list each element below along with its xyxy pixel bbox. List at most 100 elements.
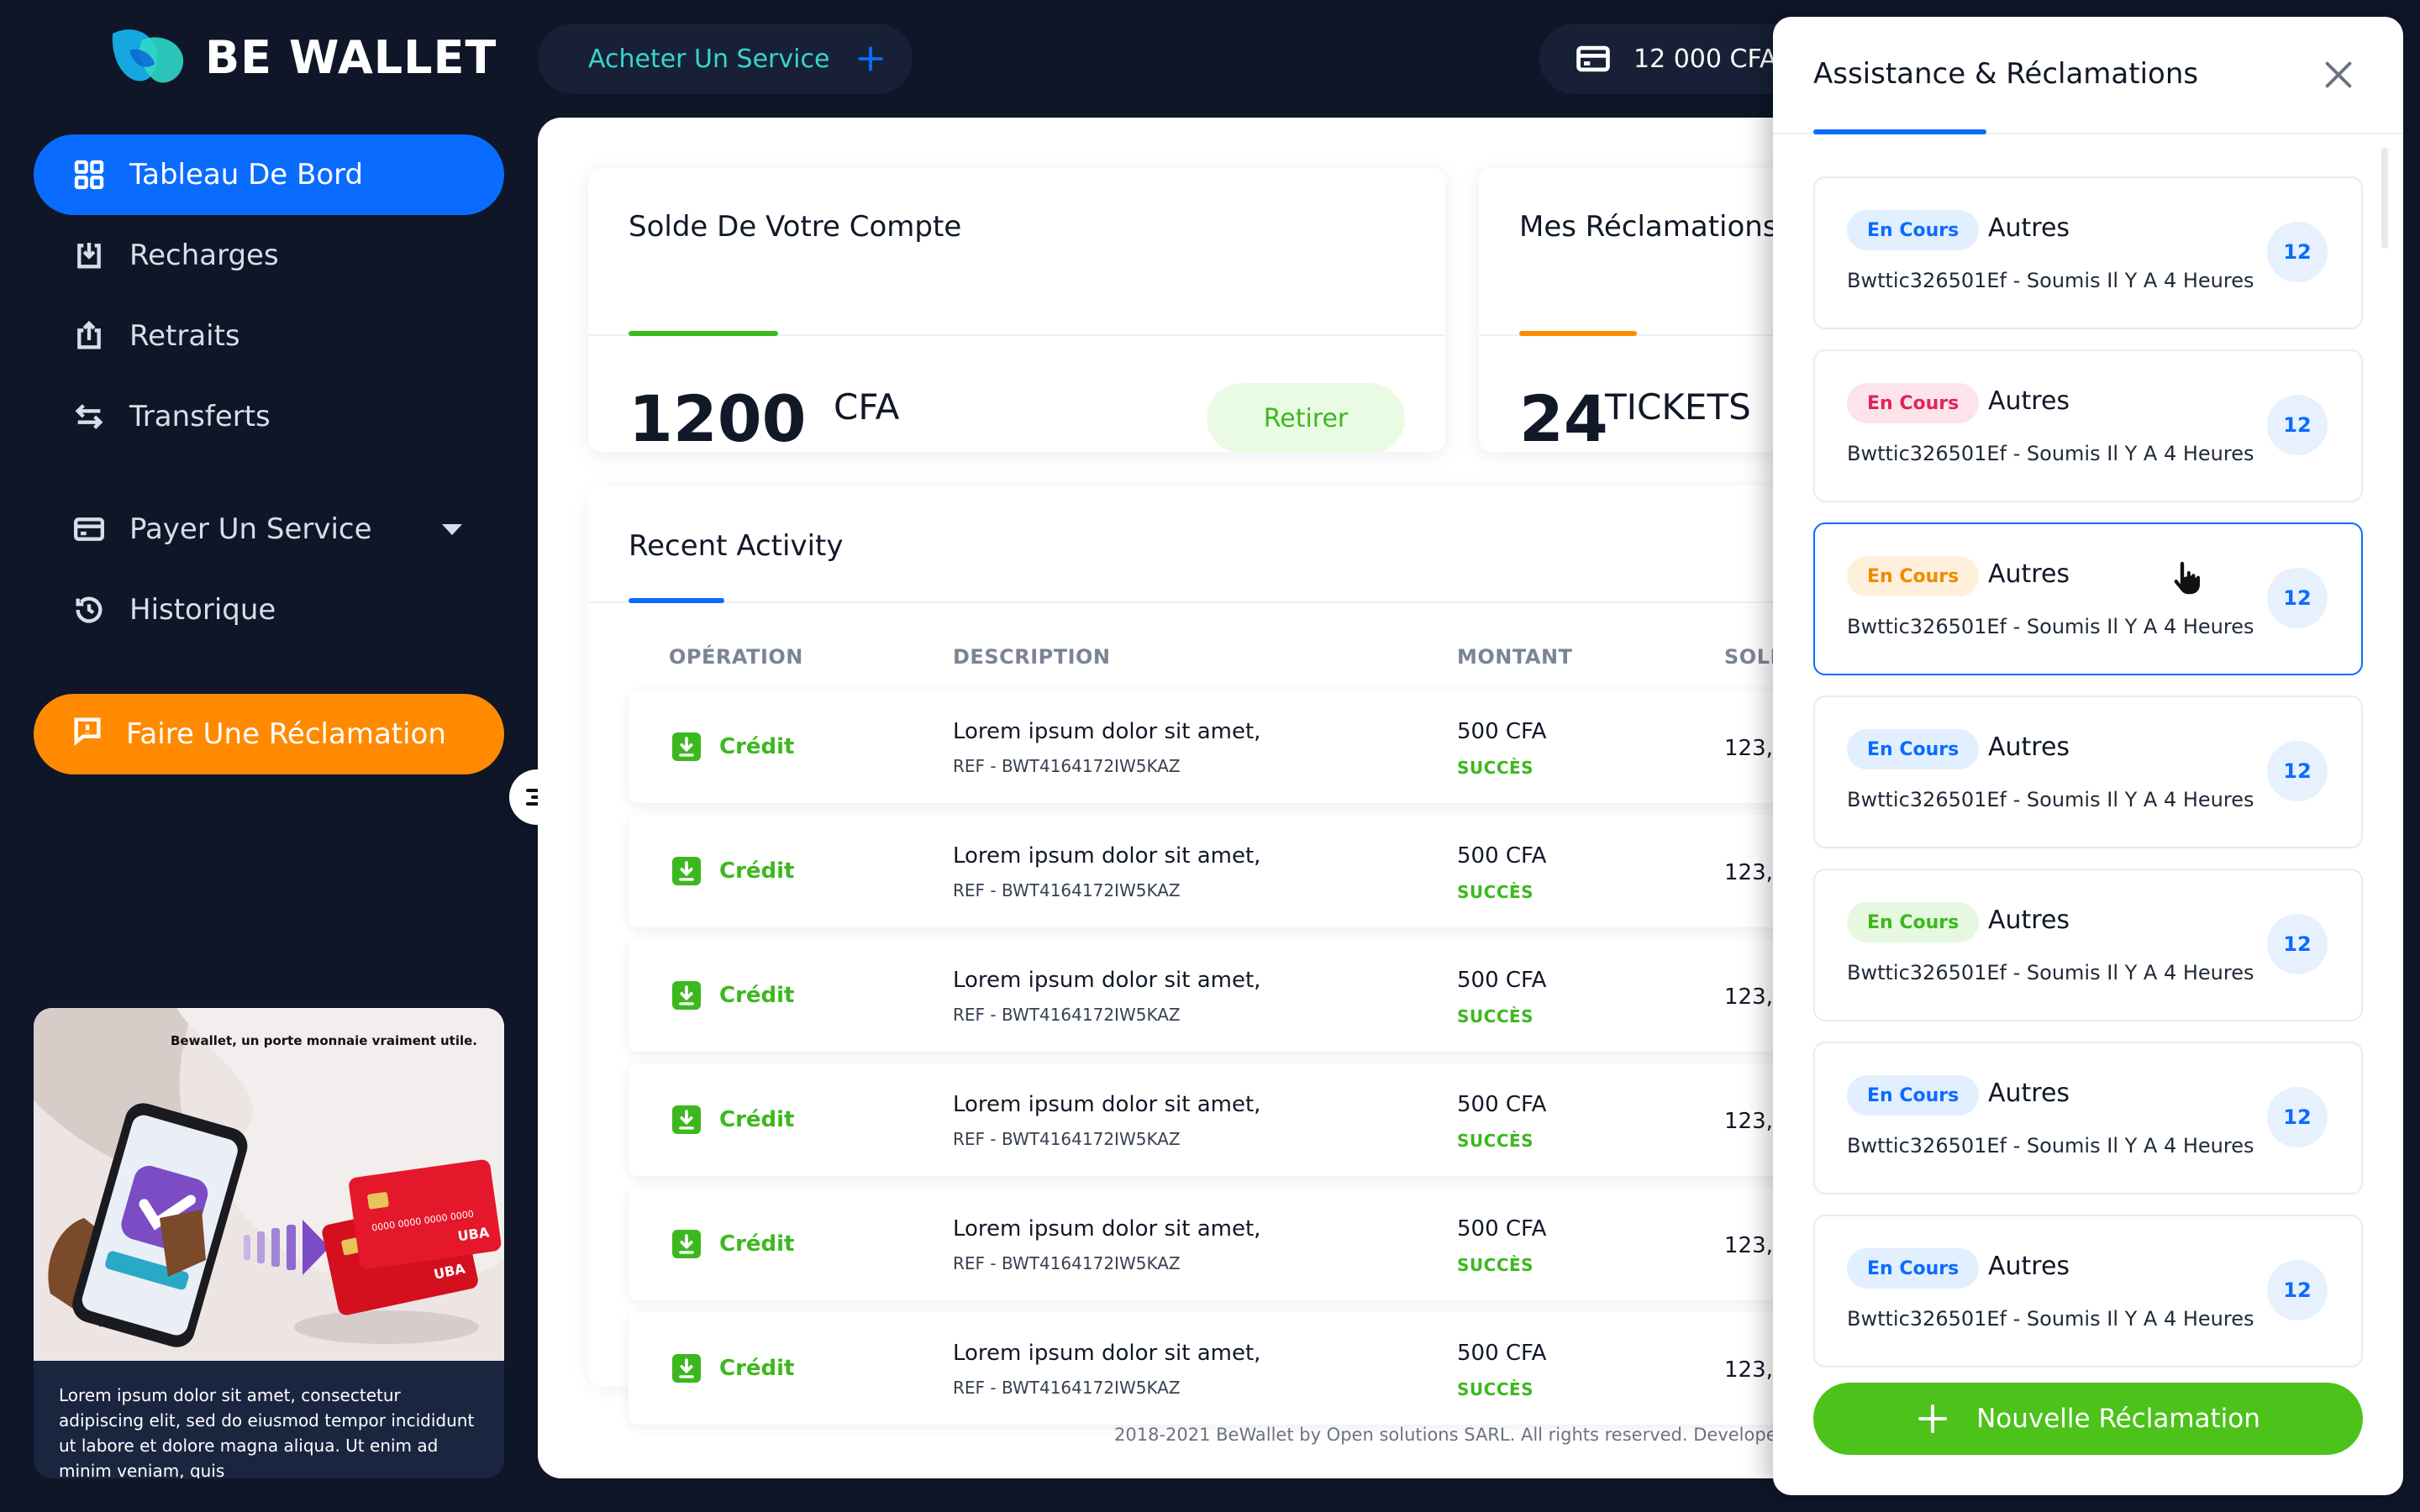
ticket-category: Autres bbox=[1988, 386, 2070, 416]
sidebar-item-retraits[interactable]: Retraits bbox=[34, 296, 504, 376]
sidebar-item-label: Retraits bbox=[129, 319, 240, 353]
sidebar-item-label: Transferts bbox=[129, 400, 271, 433]
ticket-subtitle: Bwttic326501Ef - Soumis Il Y A 4 Heures bbox=[1847, 788, 2254, 811]
sidebar-item-label: Historique bbox=[129, 593, 276, 627]
description-text: Lorem ipsum dolor sit amet, bbox=[953, 719, 1261, 744]
promo-tagline: Bewallet, un porte monnaie vraiment util… bbox=[171, 1033, 477, 1048]
amount-value: 500 CFA bbox=[1457, 1341, 1547, 1366]
ticket-subtitle: Bwttic326501Ef - Soumis Il Y A 4 Heures bbox=[1847, 1134, 2254, 1158]
description-text: Lorem ipsum dolor sit amet, bbox=[953, 843, 1261, 869]
table-row[interactable]: Crédit Lorem ipsum dolor sit amet, REF -… bbox=[629, 939, 1798, 1052]
ticket-message-count: 12 bbox=[2267, 1260, 2328, 1320]
table-row[interactable]: Crédit Lorem ipsum dolor sit amet, REF -… bbox=[629, 1063, 1798, 1176]
ticket-message-count: 12 bbox=[2267, 222, 2328, 282]
reference-text: REF - BWT4164172IW5KAZ bbox=[953, 1129, 1181, 1149]
download-tray-icon bbox=[71, 237, 108, 274]
status-badge: En Cours bbox=[1847, 210, 1980, 250]
ticket-item[interactable]: En Cours Autres Bwttic326501Ef - Soumis … bbox=[1813, 349, 2363, 502]
ticket-item[interactable]: En Cours Autres Bwttic326501Ef - Soumis … bbox=[1813, 696, 2363, 848]
ticket-message-count: 12 bbox=[2267, 741, 2328, 801]
brand-name: BE WALLET bbox=[205, 30, 497, 84]
reference-text: REF - BWT4164172IW5KAZ bbox=[953, 1378, 1181, 1398]
sidebar-item-historique[interactable]: Historique bbox=[34, 570, 504, 650]
withdraw-button[interactable]: Retirer bbox=[1207, 383, 1405, 454]
description-text: Lorem ipsum dolor sit amet, bbox=[953, 1341, 1261, 1366]
sidebar-item-label: Recharges bbox=[129, 239, 279, 272]
ticket-message-count: 12 bbox=[2267, 395, 2328, 455]
status-badge: SUCCÈS bbox=[1457, 1379, 1534, 1399]
table-row[interactable]: Crédit Lorem ipsum dolor sit amet, REF -… bbox=[629, 1312, 1798, 1425]
grid-icon bbox=[71, 156, 108, 193]
panel-scrollbar[interactable] bbox=[2381, 148, 2388, 249]
support-claims-panel: Assistance & Réclamations En Cours Autre… bbox=[1773, 17, 2403, 1495]
status-badge: En Cours bbox=[1847, 1075, 1980, 1116]
buy-service-button[interactable]: Acheter Un Service bbox=[538, 24, 913, 94]
operation-cell: Crédit bbox=[672, 1230, 795, 1258]
table-row[interactable]: Crédit Lorem ipsum dolor sit amet, REF -… bbox=[629, 690, 1798, 803]
status-badge: En Cours bbox=[1847, 902, 1980, 942]
description-text: Lorem ipsum dolor sit amet, bbox=[953, 968, 1261, 993]
reference-text: REF - BWT4164172IW5KAZ bbox=[953, 756, 1181, 776]
card-underline bbox=[1519, 331, 1637, 336]
account-balance-unit: CFA bbox=[834, 386, 900, 428]
make-claim-button[interactable]: Faire Une Réclamation bbox=[34, 694, 504, 774]
sidebar-item-dashboard[interactable]: Tableau De Bord bbox=[34, 134, 504, 215]
ticket-subtitle: Bwttic326501Ef - Soumis Il Y A 4 Heures bbox=[1847, 1307, 2254, 1331]
ticket-category: Autres bbox=[1988, 1079, 2070, 1108]
wallet-balance-value: 12 000 CFA bbox=[1634, 44, 1777, 74]
ticket-item[interactable]: En Cours Autres Bwttic326501Ef - Soumis … bbox=[1813, 1215, 2363, 1368]
promo-illustration: UBA 0000 0000 0000 0000 UBA bbox=[34, 1008, 504, 1361]
credit-download-icon bbox=[672, 1105, 701, 1134]
recent-activity-title: Recent Activity bbox=[629, 529, 844, 563]
main-content: Solde De Votre Compte 1200 CFA Retirer M… bbox=[538, 118, 1798, 1478]
sidebar-item-transferts[interactable]: Transferts bbox=[34, 376, 504, 457]
table-row[interactable]: Crédit Lorem ipsum dolor sit amet, REF -… bbox=[629, 1188, 1798, 1300]
reference-text: REF - BWT4164172IW5KAZ bbox=[953, 1253, 1181, 1273]
credit-download-icon bbox=[672, 857, 701, 885]
ticket-item[interactable]: En Cours Autres Bwttic326501Ef - Soumis … bbox=[1813, 522, 2363, 675]
column-header-operation[interactable]: OPÉRATION bbox=[669, 645, 803, 669]
card-title: Solde De Votre Compte bbox=[629, 210, 962, 244]
ticket-subtitle: Bwttic326501Ef - Soumis Il Y A 4 Heures bbox=[1847, 615, 2254, 638]
close-icon[interactable] bbox=[2319, 55, 2358, 94]
credit-download-icon bbox=[672, 732, 701, 761]
promo-card: UBA 0000 0000 0000 0000 UBA Bewallet, un… bbox=[34, 1008, 504, 1478]
status-badge: En Cours bbox=[1847, 729, 1980, 769]
promo-text: Lorem ipsum dolor sit amet, consectetur … bbox=[59, 1385, 475, 1478]
account-balance-card: Solde De Votre Compte 1200 CFA Retirer bbox=[588, 168, 1445, 456]
new-claim-label: Nouvelle Réclamation bbox=[1976, 1404, 2260, 1434]
operation-label: Crédit bbox=[719, 1107, 795, 1132]
status-badge: SUCCÈS bbox=[1457, 882, 1534, 902]
card-title: Mes Réclamations bbox=[1519, 210, 1778, 244]
table-row[interactable]: Crédit Lorem ipsum dolor sit amet, REF -… bbox=[629, 815, 1798, 927]
column-header-description[interactable]: DESCRIPTION bbox=[953, 645, 1111, 669]
panel-title: Assistance & Réclamations bbox=[1813, 57, 2199, 91]
ticket-category: Autres bbox=[1988, 213, 2070, 243]
caret-down-icon[interactable] bbox=[442, 523, 462, 535]
operation-label: Crédit bbox=[719, 1231, 795, 1257]
sidebar-item-recharges[interactable]: Recharges bbox=[34, 215, 504, 296]
plus-icon bbox=[1918, 1404, 1948, 1433]
reference-text: REF - BWT4164172IW5KAZ bbox=[953, 1005, 1181, 1025]
new-claim-button[interactable]: Nouvelle Réclamation bbox=[1813, 1383, 2363, 1455]
ticket-message-count: 12 bbox=[2267, 568, 2328, 628]
brand-logo[interactable]: BE WALLET bbox=[104, 25, 497, 89]
buy-service-label: Acheter Un Service bbox=[588, 44, 830, 74]
alert-message-icon bbox=[71, 714, 104, 755]
ticket-item[interactable]: En Cours Autres Bwttic326501Ef - Soumis … bbox=[1813, 176, 2363, 329]
card-underline bbox=[629, 331, 778, 336]
claims-card: Mes Réclamations 24 TICKETS bbox=[1479, 168, 1798, 456]
column-header-amount[interactable]: MONTANT bbox=[1457, 645, 1572, 669]
reference-text: REF - BWT4164172IW5KAZ bbox=[953, 880, 1181, 900]
ticket-message-count: 12 bbox=[2267, 1087, 2328, 1147]
operation-cell: Crédit bbox=[672, 732, 795, 761]
ticket-item[interactable]: En Cours Autres Bwttic326501Ef - Soumis … bbox=[1813, 869, 2363, 1021]
sidebar-item-pay-service[interactable]: Payer Un Service bbox=[34, 489, 504, 570]
amount-value: 500 CFA bbox=[1457, 1216, 1547, 1242]
amount-value: 500 CFA bbox=[1457, 719, 1547, 744]
status-badge: SUCCÈS bbox=[1457, 1131, 1534, 1151]
ticket-subtitle: Bwttic326501Ef - Soumis Il Y A 4 Heures bbox=[1847, 961, 2254, 984]
ticket-item[interactable]: En Cours Autres Bwttic326501Ef - Soumis … bbox=[1813, 1042, 2363, 1194]
status-badge: En Cours bbox=[1847, 556, 1980, 596]
claims-unit: TICKETS bbox=[1605, 386, 1751, 428]
